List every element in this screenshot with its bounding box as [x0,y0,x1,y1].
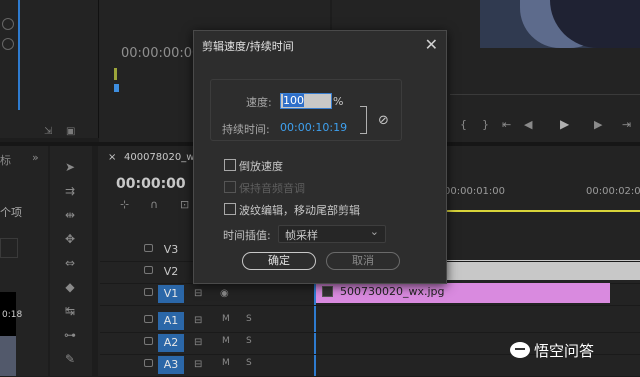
sync-lock-icon[interactable]: ⊟ [194,359,202,370]
video-clip[interactable]: 500730020_wx.jpg [316,283,610,303]
thumbnail-image [0,336,16,376]
sync-lock-icon[interactable]: ⊟ [194,315,202,326]
linked-selection-icon[interactable]: ⊡ [180,198,189,211]
panel-expand-icon[interactable]: » [32,151,39,164]
duration-label: 持续时间: [222,123,270,136]
fx-badge-icon [322,286,333,297]
playhead-line [18,0,20,110]
lock-icon[interactable] [144,244,153,252]
maintain-audio-checkbox [224,181,236,193]
magnet-icon[interactable]: ∩ [150,198,158,211]
duration-value[interactable]: 00:00:10:19 [280,121,347,134]
lock-icon[interactable] [144,359,153,367]
track-row: A1 ⊟ M S [100,310,640,333]
ruler-tick-2: 00:00:02:00 [586,186,640,197]
reverse-speed-label: 倒放速度 [239,160,283,173]
items-count: 个项 [0,206,22,219]
playhead-marker[interactable] [114,84,119,92]
track-row: V1 ⊟ ◉ 500730020_wx.jpg [100,283,640,306]
cancel-button[interactable]: 取消 [326,252,400,270]
step-back-icon[interactable]: ◀ [524,118,532,131]
mute-button[interactable]: M [222,336,230,346]
slide-tool-icon[interactable]: ⊶ [62,328,78,342]
lock-icon[interactable] [144,266,153,274]
link-bracket [360,106,367,134]
dialog-title: 剪辑速度/持续时间 [202,40,294,53]
timeline-timecode[interactable]: 00:00:00 [116,176,186,192]
program-scrubber[interactable] [450,94,640,95]
solo-button[interactable]: S [246,358,252,368]
sync-lock-icon[interactable]: ⊟ [194,288,202,299]
solo-button[interactable]: S [246,314,252,324]
camera-icon[interactable]: ▣ [66,126,75,137]
work-area-bar[interactable] [446,210,640,212]
close-tab-icon[interactable]: × [108,152,116,163]
clip-speed-dialog: 剪辑速度/持续时间 ✕ 速度: 100 % 持续时间: 00:00:10:19 … [193,30,447,284]
project-thumbnail[interactable] [0,238,18,258]
thumbnail-duration: 0:18 [2,310,23,320]
lock-icon[interactable] [144,315,153,323]
solo-button[interactable]: S [246,336,252,346]
track-label[interactable]: A3 [158,356,184,374]
interp-value: 帧采样 [285,229,318,242]
pen-tool-icon[interactable]: ✎ [62,352,78,366]
sequence-tab[interactable]: 400078020_w [124,152,194,163]
link-icon[interactable]: ⊘ [378,113,389,128]
watermark-text: 悟空问答 [534,342,595,360]
speed-label: 速度: [246,96,272,109]
mute-button[interactable]: M [222,358,230,368]
ripple-edit-icon[interactable]: ⇹ [62,208,78,222]
interp-label: 时间插值: [223,229,271,242]
play-icon[interactable]: ▶ [560,117,569,131]
track-label[interactable]: A1 [158,312,184,330]
mark-out-icon[interactable]: } [482,118,489,131]
track-select-icon[interactable]: ⇉ [62,184,78,198]
mark-in-icon[interactable]: { [460,118,467,131]
export-icon[interactable]: ⇲ [44,126,52,137]
ruler-tick-1: 00:00:01:00 [444,186,506,197]
undo-icon[interactable] [2,38,14,50]
in-marker [114,68,117,80]
rate-stretch-icon[interactable]: ⇔ [62,256,78,270]
eye-icon[interactable]: ◉ [220,288,229,299]
percent-label: % [333,95,344,108]
maintain-audio-label: 保持音频音调 [239,182,305,195]
speed-value: 100 [283,94,304,107]
chevron-down-icon: ⌄ [369,225,379,238]
track-label[interactable]: V3 [158,241,184,259]
track-label[interactable]: V2 [158,263,184,281]
top-left-panel: ⇲ ▣ [0,0,99,138]
project-panel: 标 » 个项 0:18 [0,146,48,376]
lock-icon[interactable] [144,337,153,345]
project-tab-label[interactable]: 标 [0,152,11,168]
lock-icon[interactable] [144,288,153,296]
undo-icon[interactable] [2,18,14,30]
track-label[interactable]: V1 [158,285,184,303]
speed-input[interactable]: 100 [280,93,332,109]
wukong-logo-icon [510,342,530,358]
ripple-edit-label: 波纹编辑，移动尾部剪辑 [239,204,360,217]
selection-tool-icon[interactable]: ➤ [62,160,78,174]
source-timecode: 00:00:00:00 [121,46,201,61]
program-video-frame [480,0,640,48]
go-in-icon[interactable]: ⇤ [502,118,511,131]
rolling-edit-icon[interactable]: ✥ [62,232,78,246]
mute-button[interactable]: M [222,314,230,324]
watermark: 悟空问答 [510,340,594,361]
ripple-edit-checkbox[interactable] [224,203,236,215]
ok-button[interactable]: 确定 [242,252,316,270]
slip-tool-icon[interactable]: ↹ [62,304,78,318]
go-out-icon[interactable]: ⇥ [622,118,631,131]
sync-lock-icon[interactable]: ⊟ [194,337,202,348]
step-forward-icon[interactable]: ▶ [594,118,602,131]
clip-name: 500730020_wx.jpg [340,285,445,298]
close-icon[interactable]: ✕ [425,35,438,54]
snap-icon[interactable]: ⊹ [120,198,129,211]
time-interpolation-select[interactable]: 帧采样 ⌄ [278,225,386,243]
razor-icon[interactable]: ◆ [62,280,78,294]
track-label[interactable]: A2 [158,334,184,352]
reverse-speed-checkbox[interactable] [224,159,236,171]
tools-panel: ➤ ⇉ ⇹ ✥ ⇔ ◆ ↹ ⊶ ✎ [50,146,92,376]
